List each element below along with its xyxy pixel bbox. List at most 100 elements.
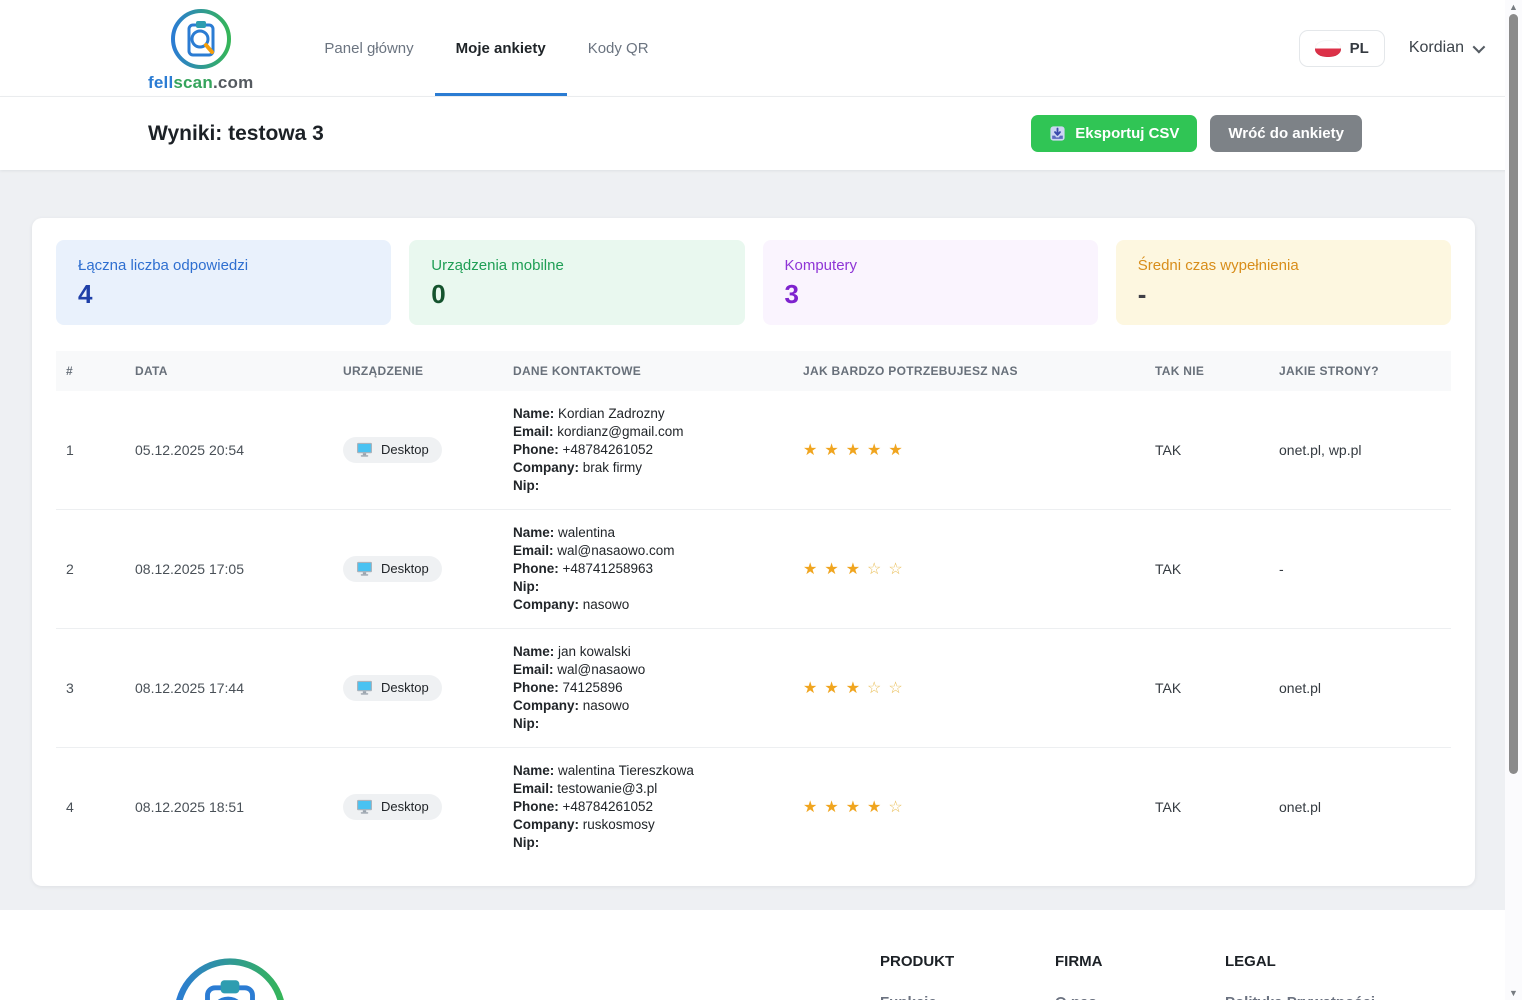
tak-nie-value: TAK bbox=[1145, 748, 1269, 867]
contact-cell: Name: jan kowalskiEmail: wal@nasaowoPhon… bbox=[503, 629, 793, 748]
table-row: 105.12.2025 20:54DesktopName: Kordian Za… bbox=[56, 391, 1451, 510]
contact-field-value: +48741258963 bbox=[563, 561, 653, 576]
star-empty-icon: ☆ bbox=[888, 561, 902, 578]
star-filled-icon: ★ bbox=[803, 442, 817, 459]
column-header: JAKIE STRONY? bbox=[1269, 351, 1451, 391]
footer-columns: PRODUKTFunkcjeFIRMAO nasLEGALPolityka Pr… bbox=[880, 953, 1445, 1000]
contact-line: Phone: +48741258963 bbox=[513, 560, 783, 578]
contact-line: Email: kordianz@gmail.com bbox=[513, 423, 783, 441]
rating-stars: ★★★☆☆ bbox=[793, 510, 1145, 629]
tak-nie-value: TAK bbox=[1145, 391, 1269, 510]
tak-nie-value: TAK bbox=[1145, 510, 1269, 629]
star-filled-icon: ★ bbox=[846, 799, 860, 816]
contact-field-value: walentina Tiereszkowa bbox=[558, 763, 694, 778]
contact-field-value: ruskosmosy bbox=[583, 817, 655, 832]
star-filled-icon: ★ bbox=[803, 561, 817, 578]
contact-line: Company: ruskosmosy bbox=[513, 816, 783, 834]
star-filled-icon: ★ bbox=[824, 799, 838, 816]
contact-field-label: Nip: bbox=[513, 478, 539, 493]
contact-line: Name: jan kowalski bbox=[513, 643, 783, 661]
contact-field-label: Nip: bbox=[513, 716, 539, 731]
desktop-icon bbox=[356, 799, 373, 814]
contact-field-value: nasowo bbox=[583, 597, 630, 612]
scrollbar-up-arrow[interactable]: ▲ bbox=[1505, 1, 1522, 13]
stat-label: Urządzenia mobilne bbox=[431, 257, 722, 274]
footer-column: FIRMAO nas bbox=[1055, 953, 1225, 1000]
star-empty-icon: ☆ bbox=[867, 680, 881, 697]
contact-field-value: brak firmy bbox=[583, 460, 642, 475]
contact-line: Email: testowanie@3.pl bbox=[513, 780, 783, 798]
contact-field-value: 74125896 bbox=[563, 680, 623, 695]
star-filled-icon: ★ bbox=[846, 680, 860, 697]
contact-field-label: Phone: bbox=[513, 442, 559, 457]
contact-line: Name: walentina bbox=[513, 524, 783, 542]
main-nav: Panel głównyMoje ankietyKody QR bbox=[303, 0, 669, 96]
contact-field-value: walentina bbox=[558, 525, 615, 540]
stat-card: Średni czas wypełnienia- bbox=[1116, 240, 1451, 325]
desktop-icon bbox=[356, 561, 373, 576]
contact-line: Company: nasowo bbox=[513, 596, 783, 614]
contact-cell: Name: walentina TiereszkowaEmail: testow… bbox=[503, 748, 793, 867]
page-footer: PRODUKTFunkcjeFIRMAO nasLEGALPolityka Pr… bbox=[0, 910, 1522, 1000]
scrollbar-thumb[interactable] bbox=[1509, 14, 1518, 774]
chevron-down-icon bbox=[1473, 40, 1486, 53]
footer-link[interactable]: O nas bbox=[1055, 994, 1225, 1000]
contact-field-value: kordianz@gmail.com bbox=[557, 424, 683, 439]
contact-line: Email: wal@nasaowo bbox=[513, 661, 783, 679]
contact-line: Email: wal@nasaowo.com bbox=[513, 542, 783, 560]
stat-label: Łączna liczba odpowiedzi bbox=[78, 257, 369, 274]
nav-item-panel-glowny[interactable]: Panel główny bbox=[303, 0, 434, 96]
contact-line: Name: Kordian Zadrozny bbox=[513, 405, 783, 423]
user-menu[interactable]: Kordian bbox=[1409, 39, 1482, 57]
strony-value: - bbox=[1269, 510, 1451, 629]
footer-link[interactable]: Funkcje bbox=[880, 994, 1055, 1000]
rating-stars: ★★★☆☆ bbox=[793, 629, 1145, 748]
contact-field-label: Name: bbox=[513, 525, 554, 540]
star-filled-icon: ★ bbox=[867, 442, 881, 459]
contact-field-label: Company: bbox=[513, 817, 579, 832]
contact-line: Nip: bbox=[513, 834, 783, 852]
star-filled-icon: ★ bbox=[888, 442, 902, 459]
footer-link[interactable]: Polityka Prywatności bbox=[1225, 994, 1445, 1000]
brand-tld: .com bbox=[213, 73, 253, 92]
row-date: 08.12.2025 17:05 bbox=[125, 510, 333, 629]
star-filled-icon: ★ bbox=[846, 442, 860, 459]
contact-field-label: Nip: bbox=[513, 579, 539, 594]
contact-field-label: Name: bbox=[513, 406, 554, 421]
strony-value: onet.pl bbox=[1269, 748, 1451, 867]
vertical-scrollbar[interactable]: ▲ ▼ bbox=[1505, 0, 1522, 1000]
download-tray-icon bbox=[1049, 125, 1066, 142]
contact-field-value: wal@nasaowo bbox=[557, 662, 645, 677]
table-row: 408.12.2025 18:51DesktopName: walentina … bbox=[56, 748, 1451, 867]
column-header: JAK BARDZO POTRZEBUJESZ NAS bbox=[793, 351, 1145, 391]
stat-card: Komputery3 bbox=[763, 240, 1098, 325]
contact-line: Nip: bbox=[513, 715, 783, 733]
row-index: 3 bbox=[56, 629, 125, 748]
column-header: # bbox=[56, 351, 125, 391]
contact-field-value: nasowo bbox=[583, 698, 630, 713]
contact-field-label: Name: bbox=[513, 763, 554, 778]
device-badge: Desktop bbox=[343, 437, 442, 463]
rating-stars: ★★★★★ bbox=[793, 391, 1145, 510]
row-date: 05.12.2025 20:54 bbox=[125, 391, 333, 510]
back-to-survey-label: Wróć do ankiety bbox=[1228, 125, 1344, 142]
fellscan-logo-icon bbox=[169, 7, 233, 71]
language-selector[interactable]: PL bbox=[1299, 30, 1385, 67]
contact-line: Phone: +48784261052 bbox=[513, 798, 783, 816]
back-to-survey-button[interactable]: Wróć do ankiety bbox=[1210, 115, 1362, 152]
nav-item-kody-qr[interactable]: Kody QR bbox=[567, 0, 670, 96]
results-table: #DATAURZĄDZENIEDANE KONTAKTOWEJAK BARDZO… bbox=[56, 351, 1451, 866]
contact-field-label: Email: bbox=[513, 424, 554, 439]
brand-logo[interactable]: fellscan.com bbox=[148, 7, 253, 93]
stat-label: Średni czas wypełnienia bbox=[1138, 257, 1429, 274]
scrollbar-down-arrow[interactable]: ▼ bbox=[1505, 987, 1522, 999]
strony-value: onet.pl bbox=[1269, 629, 1451, 748]
contact-cell: Name: Kordian ZadroznyEmail: kordianz@gm… bbox=[503, 391, 793, 510]
export-csv-button[interactable]: Eksportuj CSV bbox=[1031, 115, 1197, 152]
contact-field-value: testowanie@3.pl bbox=[557, 781, 657, 796]
contact-line: Name: walentina Tiereszkowa bbox=[513, 762, 783, 780]
nav-item-moje-ankiety[interactable]: Moje ankiety bbox=[435, 0, 567, 96]
tak-nie-value: TAK bbox=[1145, 629, 1269, 748]
results-toolbar: Wyniki: testowa 3 Eksportuj CSV Wróć do … bbox=[0, 97, 1522, 170]
table-row: 308.12.2025 17:44DesktopName: jan kowals… bbox=[56, 629, 1451, 748]
